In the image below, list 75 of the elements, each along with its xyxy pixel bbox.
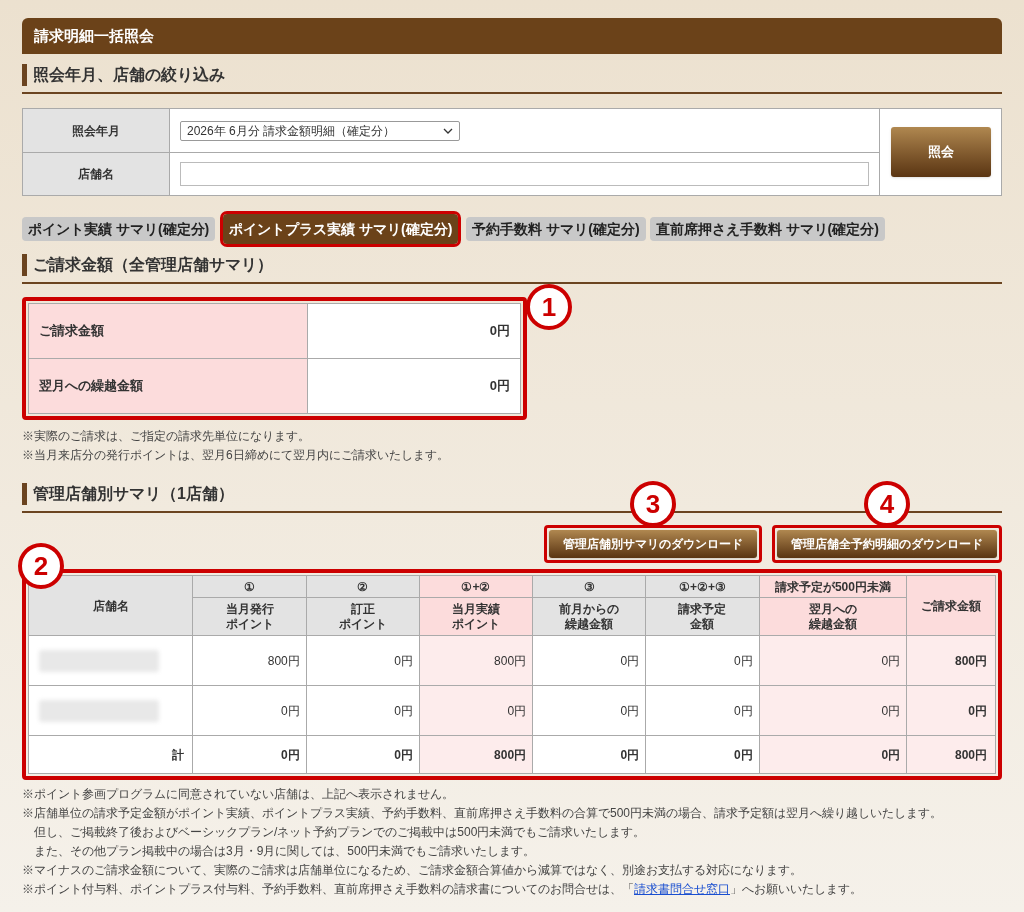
summary-tab[interactable]: ポイント実績 サマリ(確定分)	[22, 217, 216, 241]
note-text: ※ポイント付与料、ポイントプラス付与料、予約手数料、直前席押さえ手数料の請求書についてのお問合せは、「請求書問合せ窓口」へお願いいたします。	[22, 881, 863, 897]
inquiry-link[interactable]: 請求書問合せ窓口	[634, 882, 730, 896]
summary-tab[interactable]: ポイントプラス実績 サマリ(確定分)	[223, 214, 459, 244]
table-header: ①+②+③	[645, 575, 760, 598]
section-title: ご請求金額（全管理店舗サマリ）	[22, 254, 273, 276]
summary-value: 0円	[307, 358, 521, 414]
table-cell: 0円	[645, 735, 760, 774]
download-button[interactable]: 管理店舗別サマリのダウンロード	[549, 530, 757, 558]
table-header: ①+②	[419, 575, 533, 598]
table-header: ご請求金額	[906, 575, 996, 636]
column-header-text: ポイント	[224, 616, 275, 632]
column-header-text: 当月実績	[450, 601, 501, 617]
note-text: ※実際のご請求は、ご指定の請求先単位になります。	[22, 428, 311, 444]
summary-label: ご請求金額	[28, 303, 308, 359]
note-text: ※店舗単位の請求予定金額がポイント実績、ポイントプラス実績、予約手数料、直前席押さえ手数料の合算で500円未満の場合、請求予定額は翌月へ繰り越しいたします。	[22, 805, 944, 821]
summary-label: 翌月への繰越金額	[28, 358, 308, 414]
note-text: ※ポイント参画プログラムに同意されていない店舗は、上記へ表示されません。	[22, 786, 455, 802]
table-cell: 0円	[419, 685, 533, 736]
table-cell: 0円	[645, 685, 760, 736]
table-cell: 0円	[193, 685, 307, 736]
summary-tab[interactable]: 直前席押さえ手数料 サマリ(確定分)	[649, 217, 885, 241]
table-cell: 0円	[306, 735, 420, 774]
download-button[interactable]: 管理店舗全予約明細のダウンロード	[777, 530, 997, 558]
table-cell: 0円	[645, 635, 760, 686]
table-cell: 800円	[906, 735, 996, 774]
note-text: また、その他プラン掲載中の場合は3月・9月に関しては、500円未満でもご請求いたします。	[33, 843, 537, 859]
table-cell: 0円	[759, 635, 907, 686]
page-header: 請求明細一括照会	[22, 18, 1002, 54]
column-header-text: ポイント	[337, 616, 388, 632]
column-header-text: 請求予定	[677, 601, 728, 617]
table-cell: 800円	[419, 735, 533, 774]
column-header-text: ポイント	[450, 616, 501, 632]
column-header-text: 前月からの	[558, 601, 621, 617]
table-cell: 0円	[532, 635, 646, 686]
summary-value: 0円	[307, 303, 521, 359]
table-header: 店舗名	[28, 575, 193, 636]
search-button[interactable]: 照会	[890, 127, 991, 177]
table-header: 請求予定が500円未満	[759, 575, 907, 598]
field-label: 照会年月	[23, 109, 170, 152]
callout-number: 2	[18, 543, 64, 589]
table-header: ①	[193, 575, 307, 598]
table-cell: 計	[28, 735, 193, 774]
callout-number: 1	[526, 284, 572, 330]
table-cell: 0円	[306, 685, 420, 736]
section-title: 管理店舗別サマリ（1店舗）	[22, 483, 234, 505]
column-header-text: 金額	[689, 616, 716, 632]
store-name-input[interactable]	[180, 162, 869, 186]
column-header-text: 当月発行	[224, 601, 275, 617]
section-title: 照会年月、店舗の絞り込み	[22, 64, 225, 86]
table-header: ②	[306, 575, 420, 598]
summary-tab[interactable]: 予約手数料 サマリ(確定分)	[466, 217, 646, 241]
column-header-text: 翌月への	[807, 601, 858, 617]
table-cell: 0円	[906, 685, 996, 736]
table-cell: 0円	[759, 735, 907, 774]
note-text: ※マイナスのご請求金額について、実際のご請求は店舗単位になるため、ご請求金額合算値から減算ではなく、別途お支払する対応になります。	[22, 862, 803, 878]
month-select[interactable]: 2026年 6月分 請求金額明細（確定分）	[180, 120, 460, 141]
note-text: 但し、ご掲載終了後およびベーシックプラン/ネット予約プランでのご掲載中は500円未満でもご請求いたします。	[33, 824, 647, 840]
table-cell: 0円	[193, 735, 307, 774]
table-header: ③	[532, 575, 646, 598]
table-cell: 0円	[306, 635, 420, 686]
table-cell: 0円	[759, 685, 907, 736]
column-header-text: 訂正	[349, 601, 376, 617]
column-header-text: 繰越金額	[807, 616, 858, 632]
column-header-text: 繰越金額	[563, 616, 615, 632]
table-cell: 800円	[419, 635, 533, 686]
callout-number: 4	[864, 481, 910, 527]
table-cell: 800円	[193, 635, 307, 686]
table-cell: 800円	[906, 635, 996, 686]
callout-number: 3	[630, 481, 676, 527]
chevron-down-icon	[443, 127, 453, 134]
field-label: 店舗名	[23, 153, 170, 195]
table-cell: 0円	[532, 735, 646, 774]
note-text: ※当月来店分の発行ポイントは、翌月6日締めにて翌月内にご請求いたします。	[22, 447, 450, 463]
table-cell: 0円	[532, 685, 646, 736]
